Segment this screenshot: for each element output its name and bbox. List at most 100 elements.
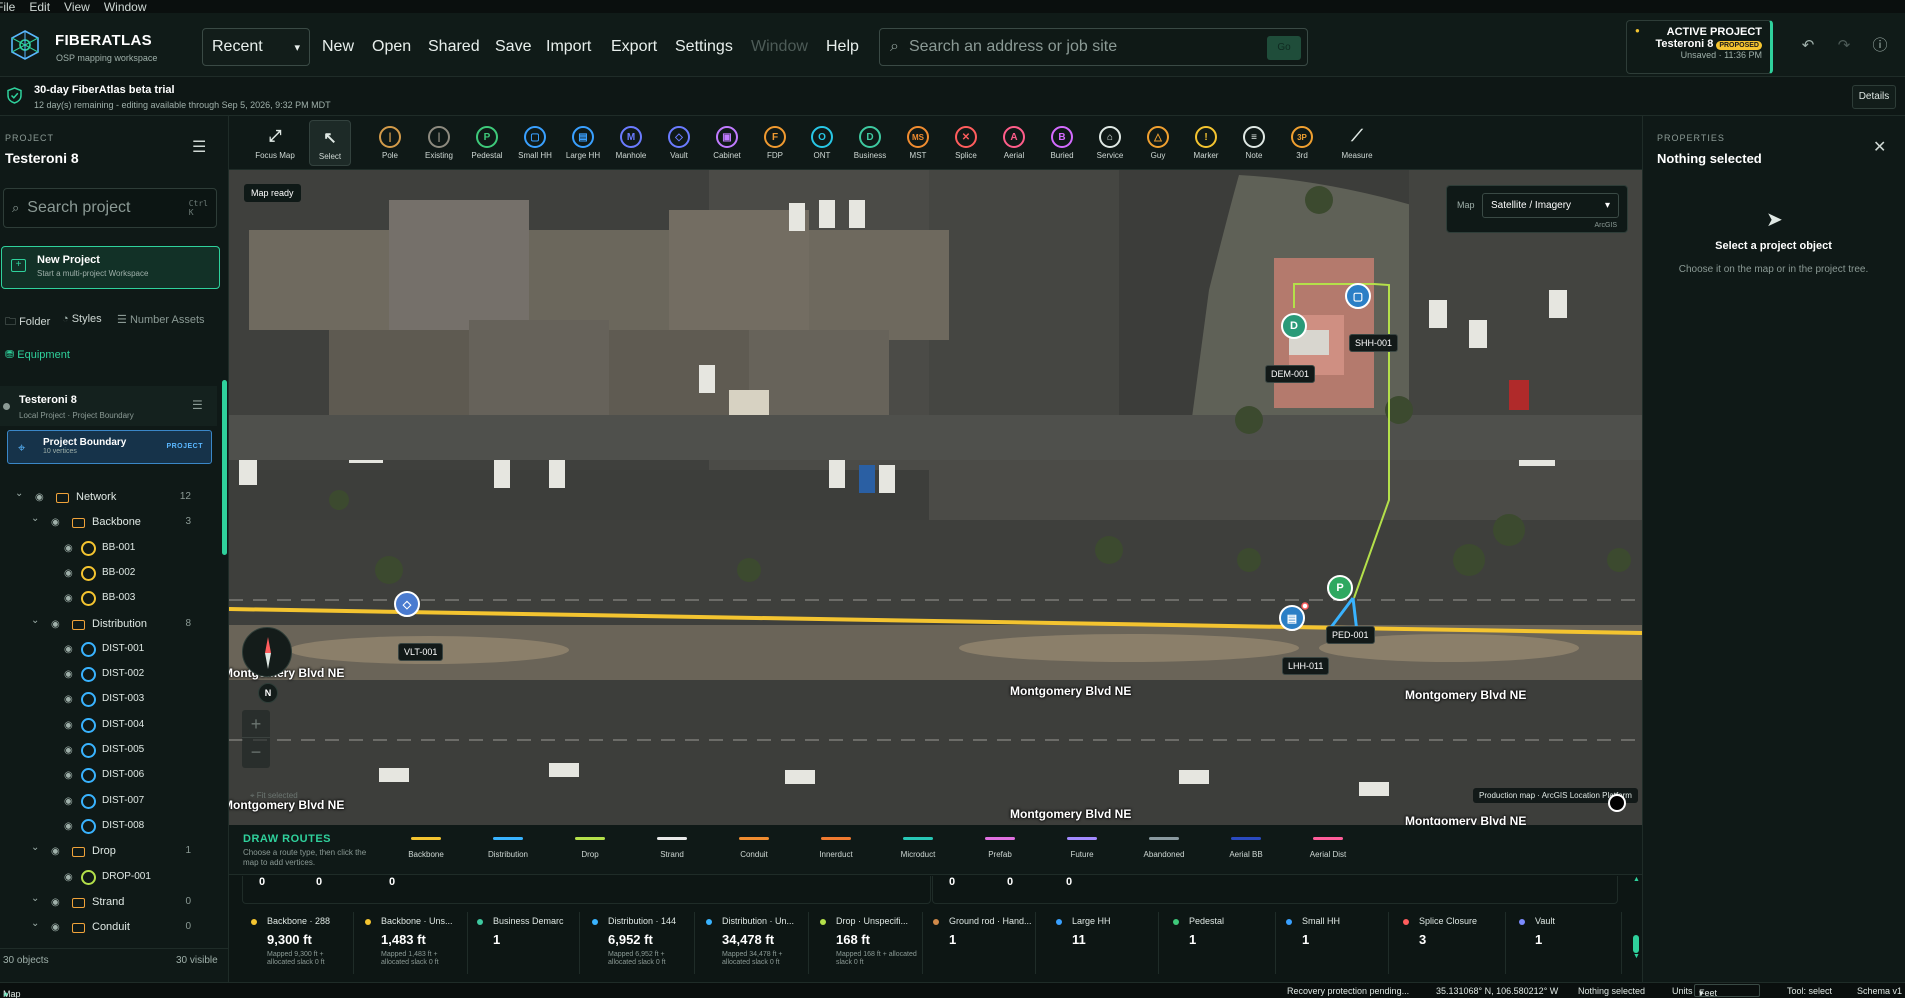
project-boundary-item[interactable]: ⌖ Project Boundary 10 vertices PROJECT — [7, 430, 212, 464]
eye-icon[interactable]: ◉ — [51, 922, 60, 933]
tree-folder-network[interactable]: ⌄ ◉ Network 12 — [0, 485, 217, 510]
tree-item-dist-008[interactable]: ◉ DIST-008 — [0, 814, 217, 839]
tool-vault[interactable]: ◇ Vault — [658, 120, 700, 166]
undo-icon[interactable]: ↶ — [1800, 38, 1816, 54]
basemap-dropdown[interactable]: Satellite / Imagery ▾ — [1482, 193, 1619, 218]
tool-note[interactable]: ≡ Note — [1233, 120, 1275, 166]
eye-icon[interactable]: ◉ — [64, 669, 73, 680]
tool-existing[interactable]: | Existing — [418, 120, 460, 166]
tool-ont[interactable]: O ONT — [801, 120, 843, 166]
chevron-down-icon[interactable]: ⌄ — [31, 615, 39, 626]
go-button[interactable]: Go — [1267, 36, 1301, 60]
chevron-down-icon[interactable]: ⌄ — [31, 513, 39, 524]
tree-item-dist-005[interactable]: ◉ DIST-005 — [0, 738, 217, 763]
styles-button[interactable]: ◔ Styles — [62, 313, 102, 325]
eye-icon[interactable]: ◉ — [64, 694, 73, 705]
route-strand[interactable]: Strand — [642, 837, 702, 859]
tool-measure[interactable]: ⟋ Measure — [1336, 120, 1378, 166]
map-node-lhh-011[interactable]: ▤ — [1279, 605, 1305, 631]
route-distribution[interactable]: Distribution — [478, 837, 538, 859]
tree-folder-conduit[interactable]: ⌄ ◉ Conduit 0 — [0, 915, 217, 940]
map-node-shh-001[interactable]: ▢ — [1345, 283, 1371, 309]
window-button[interactable]: Window — [751, 38, 808, 56]
project-card[interactable]: Testeroni 8 Local Project · Project Boun… — [0, 386, 217, 426]
number-assets-button[interactable]: ☰ Number Assets — [117, 313, 205, 326]
eye-icon[interactable]: ◉ — [51, 619, 60, 630]
tree-folder-distribution[interactable]: ⌄ ◉ Distribution 8 — [0, 612, 217, 637]
tree-item-dist-007[interactable]: ◉ DIST-007 — [0, 789, 217, 814]
tool-aerial[interactable]: A Aerial — [993, 120, 1035, 166]
tree-item-bb-002[interactable]: ◉ BB-002 — [0, 561, 217, 586]
tool-buried[interactable]: B Buried — [1041, 120, 1083, 166]
tool-guy[interactable]: △ Guy — [1137, 120, 1179, 166]
hamburger-menu-icon[interactable]: ☰ — [192, 137, 206, 157]
tree-item-dist-004[interactable]: ◉ DIST-004 — [0, 713, 217, 738]
active-project-card[interactable]: ● ACTIVE PROJECT Testeroni 8 PROPOSED Unsa… — [1626, 20, 1773, 74]
tree-item-dist-002[interactable]: ◉ DIST-002 — [0, 662, 217, 687]
summary-scrollbar[interactable]: ▲ ▼ — [1633, 876, 1640, 972]
eye-icon[interactable]: ◉ — [64, 543, 73, 554]
new-button[interactable]: New — [322, 38, 354, 56]
menu-edit[interactable]: Edit — [29, 0, 50, 14]
tree-item-dist-003[interactable]: ◉ DIST-003 — [0, 687, 217, 712]
chevron-down-icon[interactable]: ⌄ — [31, 893, 39, 904]
zoom-in-icon[interactable]: + — [242, 710, 270, 738]
tool-pole[interactable]: | Pole — [369, 120, 411, 166]
tool-large-hh[interactable]: ▤ Large HH — [562, 120, 604, 166]
tool-small-hh[interactable]: ▢ Small HH — [514, 120, 556, 166]
address-search-input[interactable]: ⌕ Search an address or job site Go — [879, 28, 1308, 66]
map-node-ped-001[interactable]: P — [1327, 575, 1353, 601]
eye-icon[interactable]: ◉ — [64, 872, 73, 883]
redo-icon[interactable]: ↷ — [1836, 38, 1852, 54]
tool-manhole[interactable]: M Manhole — [610, 120, 652, 166]
new-project-button[interactable]: + New Project Start a multi-project Work… — [1, 246, 220, 289]
eye-icon[interactable]: ◉ — [64, 644, 73, 655]
open-button[interactable]: Open — [372, 38, 411, 56]
tool-service[interactable]: ⌂ Service — [1089, 120, 1131, 166]
tree-folder-backbone[interactable]: ⌄ ◉ Backbone 3 — [0, 510, 217, 535]
map-canvas[interactable]: Montgomery Blvd NE Montgomery Blvd NE Mont… — [229, 170, 1642, 825]
tool-fdp[interactable]: F FDP — [754, 120, 796, 166]
map-node-vlt-001[interactable]: ◇ — [394, 591, 420, 617]
details-button[interactable]: Details — [1852, 85, 1896, 109]
route-aerial-dist[interactable]: Aerial Dist — [1298, 837, 1358, 859]
tool-marker[interactable]: ! Marker — [1185, 120, 1227, 166]
tool-mst[interactable]: MS MST — [897, 120, 939, 166]
zoom-out-icon[interactable]: − — [242, 738, 270, 766]
locate-icon[interactable] — [1608, 794, 1626, 812]
close-icon[interactable]: ✕ — [1873, 137, 1886, 157]
route-backbone[interactable]: Backbone — [396, 837, 456, 859]
tool-splice[interactable]: ✕ Splice — [945, 120, 987, 166]
project-menu-icon[interactable]: ☰ — [192, 398, 203, 412]
chevron-down-icon[interactable]: ⌄ — [31, 842, 39, 853]
tree-folder-strand[interactable]: ⌄ ◉ Strand 0 — [0, 890, 217, 915]
project-search-input[interactable]: ⌕ Search project Ctrl K — [3, 188, 217, 228]
route-drop[interactable]: Drop — [560, 837, 620, 859]
tool-3rd[interactable]: 3P 3rd — [1281, 120, 1323, 166]
tree-item-bb-001[interactable]: ◉ BB-001 — [0, 536, 217, 561]
tree-scrollbar[interactable] — [222, 380, 227, 555]
map-node-dem-001[interactable]: D — [1281, 313, 1307, 339]
tool-cabinet[interactable]: ▣ Cabinet — [706, 120, 748, 166]
route-conduit[interactable]: Conduit — [724, 837, 784, 859]
eye-icon[interactable]: ◉ — [64, 593, 73, 604]
shared-button[interactable]: Shared — [428, 38, 480, 56]
route-prefab[interactable]: Prefab — [970, 837, 1030, 859]
eye-icon[interactable]: ◉ — [51, 517, 60, 528]
fit-selected-button[interactable]: ⌖ Fit selected — [250, 791, 298, 801]
route-future[interactable]: Future — [1052, 837, 1112, 859]
menu-file[interactable]: File — [0, 0, 15, 14]
eye-icon[interactable]: ◉ — [51, 897, 60, 908]
eye-icon[interactable]: ◉ — [64, 745, 73, 756]
help-button[interactable]: Help — [826, 38, 859, 56]
menu-window[interactable]: Window — [104, 0, 147, 14]
add-folder-button[interactable]: 🗀 Folder — [5, 313, 50, 332]
chevron-down-icon[interactable]: ⌄ — [31, 918, 39, 929]
save-button[interactable]: Save — [495, 38, 531, 56]
route-abandoned[interactable]: Abandoned — [1134, 837, 1194, 859]
eye-icon[interactable]: ◉ — [51, 846, 60, 857]
north-label[interactable]: N — [258, 683, 278, 703]
export-button[interactable]: Export — [611, 38, 657, 56]
tree-folder-drop[interactable]: ⌄ ◉ Drop 1 — [0, 839, 217, 864]
eye-icon[interactable]: ◉ — [64, 796, 73, 807]
